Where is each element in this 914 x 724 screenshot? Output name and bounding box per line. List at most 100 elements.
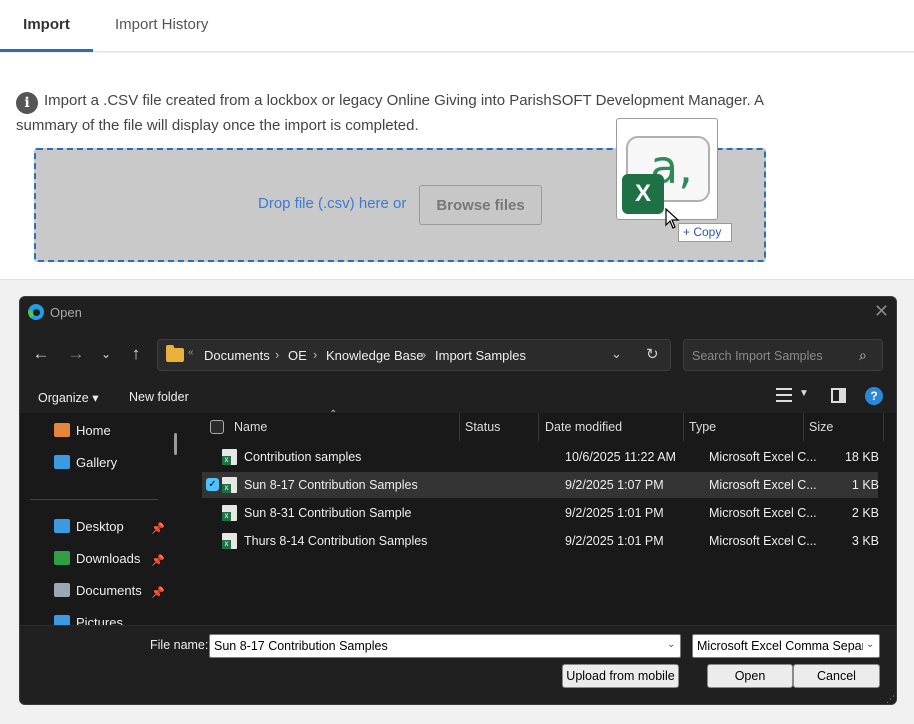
up-arrow-icon[interactable]: ↑ [125,344,147,364]
dialog-footer: File name: Sun 8-17 Contribution Samples… [20,625,896,704]
back-arrow-icon[interactable]: ← [30,344,52,364]
pin-icon[interactable]: 📌 [151,522,165,535]
file-size: 18 KB [844,450,879,464]
gallery-icon [54,455,70,469]
file-type-dropdown-icon[interactable]: ⌄ [866,639,874,650]
download-icon [54,551,70,565]
file-name-dropdown-icon[interactable]: ⌄ [667,639,675,650]
help-icon[interactable]: ? [865,387,883,405]
file-type: Microsoft Excel C... [709,506,817,520]
sort-ascending-icon: ⌃ [329,409,338,420]
cancel-button[interactable]: Cancel [793,664,880,688]
column-divider[interactable] [538,413,539,441]
file-name-value: Sun 8-17 Contribution Samples [214,639,388,653]
recent-locations-chevron-icon[interactable]: ⌄ [95,344,117,364]
upload-from-mobile-button[interactable]: Upload from mobile [562,664,679,688]
tab-bar: Import Import History [0,0,914,52]
file-row[interactable]: Sun 8-31 Contribution Sample 9/2/2025 1:… [202,500,879,526]
column-header-status[interactable]: Status [465,413,500,441]
breadcrumb-oe[interactable]: OE [288,348,307,363]
folder-icon [166,345,184,362]
select-all-checkbox[interactable] [210,420,224,434]
csv-file-icon [222,477,237,493]
resize-grip-icon[interactable]: ⋰ [886,694,895,704]
column-header-type[interactable]: Type [689,413,716,441]
file-name: Sun 8-17 Contribution Samples [244,478,418,492]
dialog-toolbar: Organize ▾ New folder ▼ ? [20,383,896,411]
search-placeholder: Search Import Samples [692,349,823,363]
search-icon[interactable]: ⌕ [859,347,867,364]
file-row[interactable]: Thurs 8-14 Contribution Samples 9/2/2025… [202,528,879,554]
tab-import[interactable]: Import [0,0,93,52]
sidebar-item-pictures[interactable]: Pictures [54,613,123,625]
overflow-chevron-icon[interactable]: « [188,347,194,358]
column-header-name[interactable]: Name [234,413,267,441]
organize-menu[interactable]: Organize ▾ [38,390,98,405]
sidebar-item-documents[interactable]: Documents [54,581,142,601]
file-type-select[interactable]: Microsoft Excel Comma Separated Values F… [692,634,880,658]
csv-file-icon [222,505,237,521]
file-list: ⌃ Name Status Date modified Type Size Co… [186,409,896,625]
csv-file-icon [222,533,237,549]
file-row[interactable]: Contribution samples 10/6/2025 11:22 AM … [202,444,879,470]
info-icon: i [16,92,38,114]
breadcrumb-separator-icon: › [313,347,318,362]
sidebar-divider [30,499,158,500]
open-button[interactable]: Open [707,664,793,688]
sidebar-item-label: Pictures [76,615,123,625]
new-folder-button[interactable]: New folder [129,390,189,404]
file-name-input[interactable]: Sun 8-17 Contribution Samples ⌄ [209,634,681,658]
file-type: Microsoft Excel C... [709,534,817,548]
column-divider[interactable] [459,413,460,441]
breadcrumb-import-samples[interactable]: Import Samples [435,348,526,363]
close-icon[interactable]: ✕ [874,302,889,320]
dragged-file-preview: a, X [616,118,718,220]
sidebar-item-gallery[interactable]: Gallery [54,453,117,473]
search-box[interactable]: Search Import Samples ⌕ [683,339,883,371]
breadcrumb-documents[interactable]: Documents [204,348,270,363]
refresh-icon[interactable]: ↻ [646,345,659,363]
edge-browser-icon [28,304,44,320]
file-name: Contribution samples [244,450,362,464]
view-options-icon[interactable] [776,388,792,402]
navigation-bar: ← → ⌄ ↑ « Documents › OE › Knowledge Bas… [20,337,896,373]
file-size: 2 KB [851,506,879,520]
sidebar-item-home[interactable]: Home [54,421,111,441]
pin-icon[interactable]: 📌 [151,586,165,599]
file-row-selected[interactable]: ✓ Sun 8-17 Contribution Samples 9/2/2025… [202,472,879,498]
tab-import-history[interactable]: Import History [115,0,208,52]
desktop-icon [54,519,70,533]
file-name: Sun 8-31 Contribution Sample [244,506,412,520]
column-divider[interactable] [803,413,804,441]
sidebar-item-downloads[interactable]: Downloads [54,549,140,569]
file-size: 3 KB [851,534,879,548]
pictures-icon [54,615,70,625]
address-bar[interactable]: « Documents › OE › Knowledge Base › Impo… [157,339,671,371]
dialog-title: Open [50,305,82,320]
csv-file-icon [222,449,237,465]
sidebar-scrollbar[interactable] [174,433,177,455]
breadcrumb-separator-icon: › [275,347,280,362]
pin-icon[interactable]: 📌 [151,554,165,567]
file-date: 9/2/2025 1:01 PM [565,506,664,520]
view-dropdown-icon[interactable]: ▼ [799,388,809,399]
forward-arrow-icon[interactable]: → [65,344,87,364]
file-type: Microsoft Excel C... [709,450,817,464]
sidebar-item-label: Home [76,423,111,438]
breadcrumb-knowledge-base[interactable]: Knowledge Base [326,348,424,363]
column-divider[interactable] [683,413,684,441]
dialog-titlebar: Open ✕ [20,297,896,327]
browse-files-button[interactable]: Browse files [419,185,542,225]
column-header-date-modified[interactable]: Date modified [545,413,622,441]
sidebar-item-label: Desktop [76,519,124,534]
sidebar-item-label: Documents [76,583,142,598]
open-file-dialog: Open ✕ ← → ⌄ ↑ « Documents › OE › Knowle… [19,296,897,705]
row-checkbox[interactable]: ✓ [206,478,219,491]
address-dropdown-icon[interactable]: ⌄ [611,346,622,362]
sidebar-item-desktop[interactable]: Desktop [54,517,124,537]
column-divider[interactable] [883,413,884,441]
column-header-size[interactable]: Size [809,413,833,441]
copy-tooltip: + Copy [678,223,732,242]
preview-pane-icon[interactable] [831,388,846,403]
file-size: 1 KB [851,478,879,492]
